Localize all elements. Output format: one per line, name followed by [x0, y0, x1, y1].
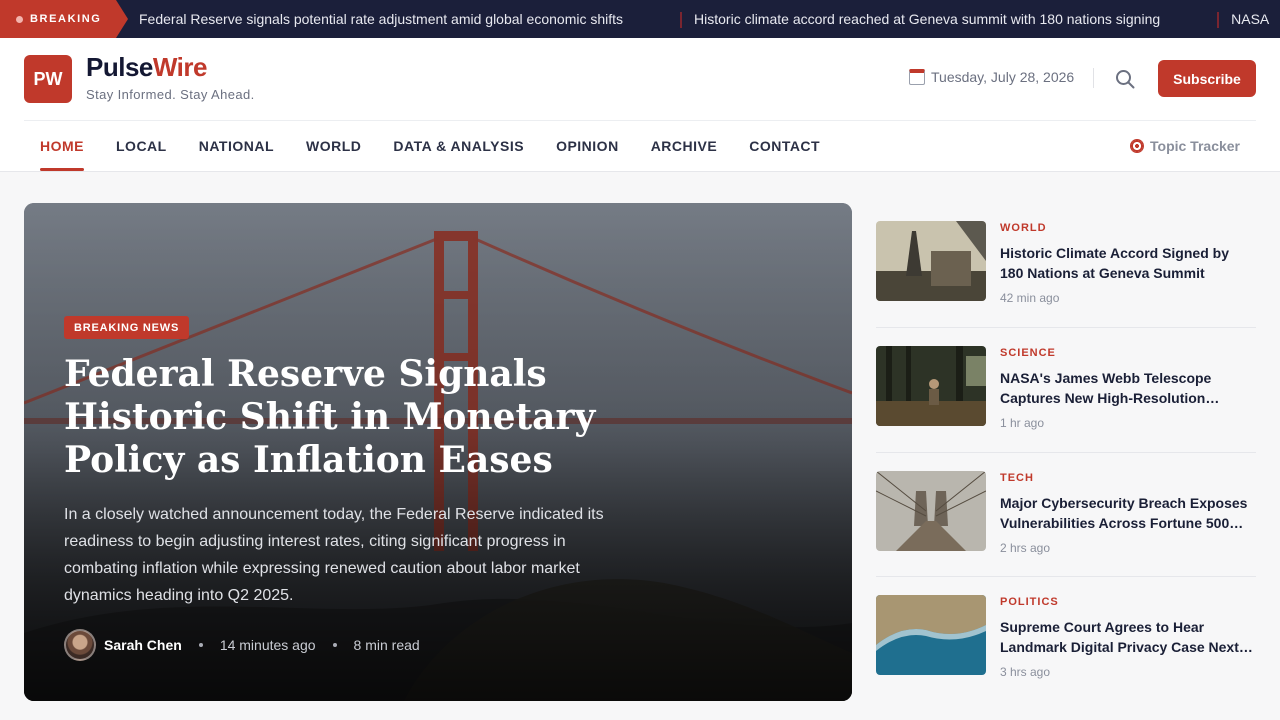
breaking-badge: BREAKING	[0, 0, 128, 38]
category-label[interactable]: POLITICS	[1000, 596, 1059, 608]
nav-archive[interactable]: ARCHIVE	[635, 121, 734, 171]
thumbnail[interactable]	[876, 346, 986, 426]
article-time: 42 min ago	[1000, 291, 1060, 305]
bridge-image	[876, 471, 986, 551]
read-time: 8 min read	[353, 637, 420, 653]
list-item[interactable]: WORLD Historic Climate Accord Signed by …	[876, 203, 1256, 328]
ticker-item[interactable]: Federal Reserve signals potential rate a…	[128, 11, 683, 27]
target-icon	[1130, 139, 1144, 153]
calendar-icon	[909, 69, 925, 85]
category-label[interactable]: WORLD	[1000, 222, 1047, 234]
hero-headline[interactable]: Federal Reserve Signals Historic Shift i…	[64, 353, 684, 482]
hero-meta: Sarah Chen 14 minutes ago 8 min read	[64, 629, 420, 661]
site-header: PW PulseWire Stay Informed. Stay Ahead. …	[0, 38, 1280, 172]
hero-summary: In a closely watched announcement today,…	[64, 506, 604, 604]
thumbnail[interactable]	[876, 595, 986, 675]
nav-world[interactable]: WORLD	[290, 121, 377, 171]
nav-contact[interactable]: CONTACT	[733, 121, 836, 171]
dot-separator	[198, 643, 203, 647]
article-time: 2 hrs ago	[1000, 541, 1051, 555]
coastline-image	[876, 595, 986, 675]
main-nav: HOME LOCAL NATIONAL WORLD DATA & ANALYSI…	[24, 121, 836, 171]
list-item[interactable]: TECH Major Cybersecurity Breach Exposes …	[876, 453, 1256, 578]
topic-tracker-link[interactable]: Topic Tracker	[1130, 121, 1240, 171]
dot-separator	[332, 643, 337, 647]
nav-local[interactable]: LOCAL	[100, 121, 183, 171]
hero-article[interactable]: BREAKING NEWS Federal Reserve Signals Hi…	[24, 203, 852, 701]
nav-national[interactable]: NATIONAL	[183, 121, 290, 171]
subscribe-button[interactable]: Subscribe	[1158, 60, 1256, 97]
breaking-news-badge: BREAKING NEWS	[64, 316, 190, 339]
logo[interactable]: PW	[24, 55, 72, 103]
thumbnail[interactable]	[876, 221, 986, 301]
author-name[interactable]: Sarah Chen	[104, 637, 182, 653]
article-title[interactable]: Major Cybersecurity Breach Exposes Vulne…	[1000, 493, 1256, 533]
live-dot-icon	[16, 15, 23, 23]
article-title[interactable]: Historic Climate Accord Signed by 180 Na…	[1000, 243, 1256, 283]
divider	[1093, 68, 1094, 88]
ticker-track: Federal Reserve signals potential rate a…	[128, 0, 1280, 38]
author-avatar[interactable]	[64, 629, 96, 661]
tagline: Stay Informed. Stay Ahead.	[86, 87, 255, 102]
forest-image	[876, 346, 986, 426]
publish-time: 14 minutes ago	[219, 637, 316, 653]
category-label[interactable]: SCIENCE	[1000, 347, 1056, 359]
list-item[interactable]: POLITICS Supreme Court Agrees to Hear La…	[876, 577, 1256, 702]
article-title[interactable]: Supreme Court Agrees to Hear Landmark Di…	[1000, 617, 1256, 657]
article-title[interactable]: NASA's James Webb Telescope Captures New…	[1000, 368, 1256, 408]
ticker-item[interactable]: Historic climate accord reached at Genev…	[680, 11, 1220, 28]
category-label[interactable]: TECH	[1000, 472, 1034, 484]
nav-opinion[interactable]: OPINION	[540, 121, 635, 171]
breaking-ticker: BREAKING Federal Reserve signals potenti…	[0, 0, 1280, 38]
brand-name[interactable]: PulseWire	[86, 52, 208, 83]
thumbnail[interactable]	[876, 471, 986, 551]
paris-image	[876, 221, 986, 301]
search-button[interactable]	[1114, 68, 1136, 90]
list-item[interactable]: SCIENCE NASA's James Webb Telescope Capt…	[876, 328, 1256, 453]
current-date: Tuesday, July 28, 2026	[909, 69, 1074, 85]
nav-data-analysis[interactable]: DATA & ANALYSIS	[377, 121, 540, 171]
article-time: 3 hrs ago	[1000, 665, 1051, 679]
search-icon	[1116, 70, 1135, 89]
ticker-item[interactable]: NASA	[1217, 11, 1280, 28]
article-time: 1 hr ago	[1000, 416, 1045, 430]
nav-home[interactable]: HOME	[24, 121, 100, 171]
